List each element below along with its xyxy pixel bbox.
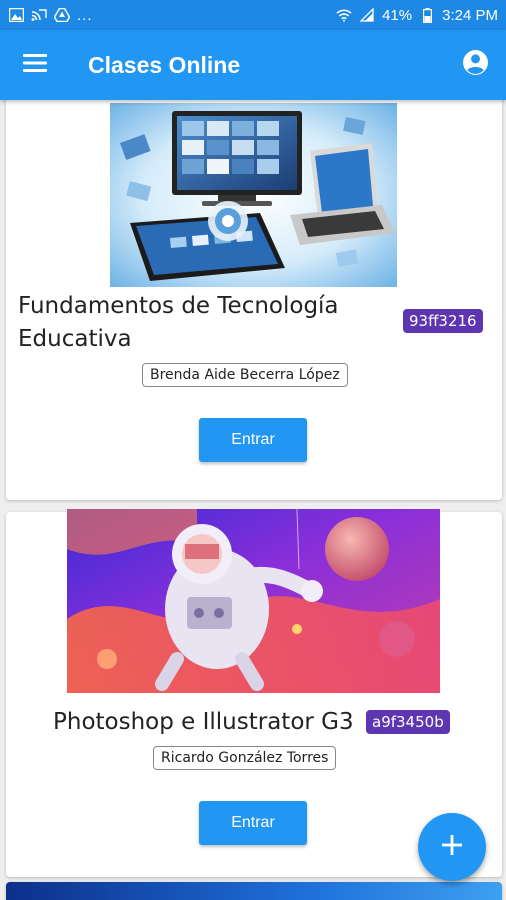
- menu-button[interactable]: [0, 30, 70, 100]
- teacher-chip: Ricardo González Torres: [153, 746, 337, 770]
- signal-icon: [359, 7, 375, 23]
- clock: 3:24 PM: [442, 6, 498, 24]
- enter-button[interactable]: Entrar: [199, 418, 307, 462]
- course-code-badge: a9f3450b: [366, 710, 450, 734]
- menu-icon: [23, 53, 47, 77]
- image-icon: [8, 7, 24, 23]
- battery-icon: [419, 7, 435, 23]
- course-image: [67, 509, 440, 693]
- status-right-icons: 41% 3:24 PM: [336, 7, 498, 24]
- drive-icon: [54, 7, 70, 23]
- app-bar: Clases Online: [0, 30, 506, 100]
- course-image: [110, 103, 397, 287]
- account-circle-icon: [462, 49, 489, 81]
- course-list: Fundamentos de Tecnología Educativa 93ff…: [0, 100, 506, 900]
- add-icon: [442, 834, 462, 860]
- account-button[interactable]: [444, 30, 506, 100]
- course-card-partial: [6, 882, 502, 900]
- overflow-dots: ...: [77, 6, 93, 24]
- enter-button[interactable]: Entrar: [199, 801, 307, 845]
- cast-icon: [31, 7, 47, 23]
- status-left-icons: ...: [8, 7, 93, 24]
- battery-percent: 41%: [382, 6, 413, 24]
- add-class-button[interactable]: [418, 813, 486, 881]
- course-card: Fundamentos de Tecnología Educativa 93ff…: [6, 100, 502, 500]
- course-code-badge: 93ff3216: [403, 309, 483, 333]
- wifi-icon: [336, 7, 352, 23]
- app-title: Clases Online: [88, 51, 241, 78]
- course-title: Photoshop e Illustrator G3: [53, 709, 354, 735]
- teacher-chip: Brenda Aide Becerra López: [142, 363, 348, 387]
- course-title: Fundamentos de Tecnología Educativa: [18, 293, 339, 352]
- status-bar: ... 41% 3:24 PM: [0, 0, 506, 30]
